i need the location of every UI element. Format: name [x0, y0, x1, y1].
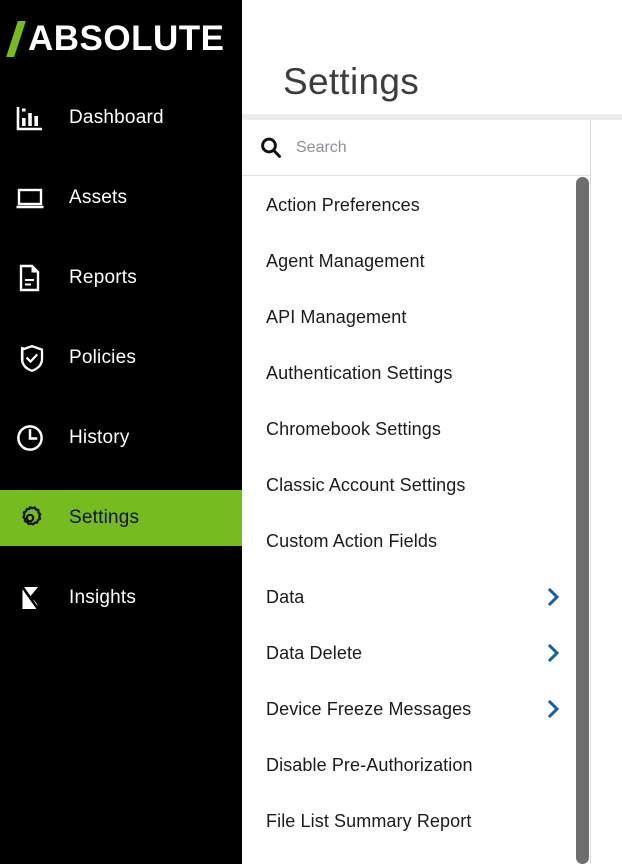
menu-item-data[interactable]: Data: [242, 569, 590, 625]
menu-item-custom-action-fields[interactable]: Custom Action Fields: [242, 513, 590, 569]
menu-item-action-preferences[interactable]: Action Preferences: [242, 177, 590, 233]
menu-item-label: Disable Pre-Authorization: [266, 754, 473, 775]
brand-logo[interactable]: ABSOLUTE: [10, 17, 225, 61]
search-bar[interactable]: [242, 120, 590, 176]
menu-item-label: Device Freeze Messages: [266, 698, 472, 719]
search-input[interactable]: [296, 132, 566, 163]
sidebar-item-dashboard[interactable]: Dashboard: [0, 90, 242, 146]
menu-item-label: Classic Account Settings: [266, 474, 466, 495]
menu-item-label: Data: [266, 586, 305, 607]
menu-item-device-freeze-messages[interactable]: Device Freeze Messages: [242, 681, 590, 737]
menu-item-api-management[interactable]: API Management: [242, 289, 590, 345]
menu-item-label: Agent Management: [266, 250, 425, 271]
menu-item-label: Action Preferences: [266, 194, 420, 215]
menu-item-label: File List Summary Report: [266, 810, 472, 831]
sidebar-item-label: Insights: [69, 587, 137, 608]
brand-name: ABSOLUTE: [28, 19, 225, 58]
insights-k-icon: [13, 581, 47, 615]
sidebar-item-label: Settings: [69, 507, 140, 528]
menu-item-label: Data Delete: [266, 642, 363, 663]
menu-item-label: Custom Action Fields: [266, 530, 438, 551]
page-title: Settings: [283, 61, 420, 102]
sidebar-item-label: Policies: [69, 347, 137, 368]
sidebar-nav: Dashboard Assets Reports Policies Histor…: [0, 90, 242, 650]
sidebar-item-settings[interactable]: Settings: [0, 490, 242, 546]
sidebar-item-history[interactable]: History: [0, 410, 242, 466]
sidebar-item-label: Reports: [69, 267, 137, 288]
menu-item-data-delete[interactable]: Data Delete: [242, 625, 590, 681]
menu-item-authentication-settings[interactable]: Authentication Settings: [242, 345, 590, 401]
panel-divider: [590, 120, 591, 864]
sidebar-item-label: Assets: [69, 187, 128, 208]
sidebar-item-label: Dashboard: [69, 107, 164, 128]
menu-item-disable-pre-authorization[interactable]: Disable Pre-Authorization: [242, 737, 590, 793]
slash-mark-icon: [10, 21, 27, 57]
bar-chart-icon: [13, 101, 47, 135]
menu-item-classic-account-settings[interactable]: Classic Account Settings: [242, 457, 590, 513]
menu-item-file-list-summary-report[interactable]: File List Summary Report: [242, 793, 590, 849]
shield-check-icon: [13, 341, 47, 375]
menu-item-chromebook-settings[interactable]: Chromebook Settings: [242, 401, 590, 457]
menu-item-agent-management[interactable]: Agent Management: [242, 233, 590, 289]
content-area: Settings Action Preferences Agent Manage…: [242, 0, 622, 864]
gear-icon: [13, 501, 47, 535]
laptop-icon: [13, 181, 47, 215]
menu-item-label: Chromebook Settings: [266, 418, 441, 439]
search-icon: [258, 135, 284, 161]
sidebar-item-label: History: [69, 427, 130, 448]
menu-item-label: Authentication Settings: [266, 362, 453, 383]
chevron-right-icon[interactable]: [546, 643, 562, 663]
sidebar-item-assets[interactable]: Assets: [0, 170, 242, 226]
chevron-right-icon[interactable]: [546, 587, 562, 607]
sidebar-item-policies[interactable]: Policies: [0, 330, 242, 386]
sidebar-item-reports[interactable]: Reports: [0, 250, 242, 306]
sidebar: ABSOLUTE Dashboard Assets Reports Polici…: [0, 0, 242, 864]
app-root: ABSOLUTE Dashboard Assets Reports Polici…: [0, 0, 622, 864]
settings-menu-list: Action Preferences Agent Management API …: [242, 177, 590, 864]
menu-item-label: API Management: [266, 306, 407, 327]
menu-scrollbar-thumb[interactable]: [576, 177, 589, 864]
chevron-right-icon[interactable]: [546, 699, 562, 719]
document-icon: [13, 261, 47, 295]
sidebar-item-insights[interactable]: Insights: [0, 570, 242, 626]
clock-icon: [13, 421, 47, 455]
